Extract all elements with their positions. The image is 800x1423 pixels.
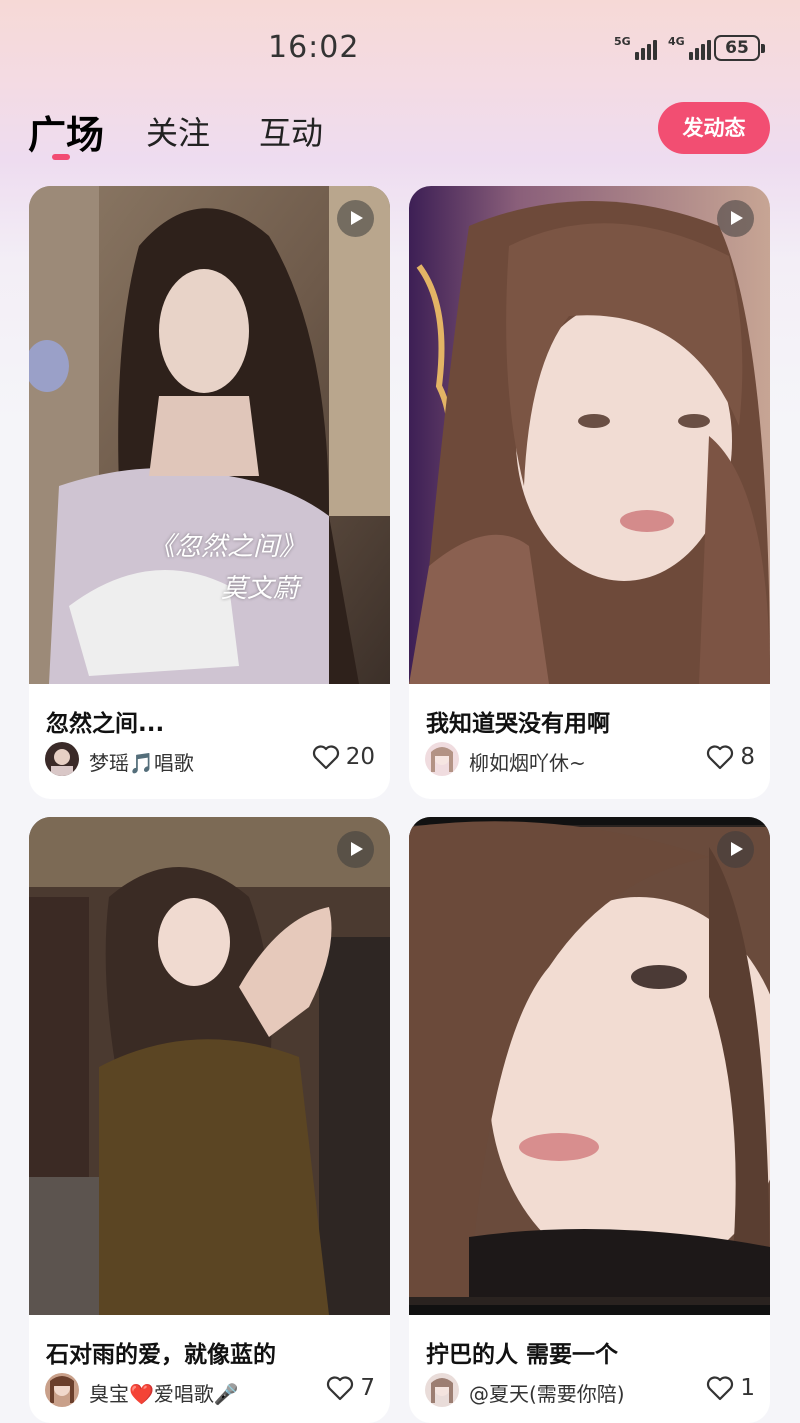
heart-icon xyxy=(312,745,339,770)
video-play-icon xyxy=(717,831,754,868)
signal-5g-icon: 5G xyxy=(614,36,657,60)
post-meta: 梦瑶🎵唱歌 20 xyxy=(45,742,375,778)
post-update-button[interactable]: 发动态 xyxy=(658,102,770,154)
like-button[interactable]: 8 xyxy=(706,744,755,770)
post-meta: 臭宝❤️爱唱歌🎤 7 xyxy=(45,1373,375,1409)
post-title: 我知道哭没有用啊 xyxy=(426,711,610,737)
post-card[interactable]: 石对雨的爱，就像蓝的 臭宝❤️爱唱歌🎤 7 xyxy=(29,817,390,1423)
post-card[interactable]: 拧巴的人 需要一个 @夏天(需要你陪) 1 xyxy=(409,817,770,1423)
like-count: 1 xyxy=(740,1375,755,1401)
tab-active-indicator xyxy=(52,154,70,160)
avatar[interactable] xyxy=(425,1373,459,1407)
post-author[interactable]: 臭宝❤️爱唱歌🎤 xyxy=(89,1378,239,1407)
post-meta: @夏天(需要你陪) 1 xyxy=(425,1373,755,1409)
like-button[interactable]: 20 xyxy=(312,744,375,770)
post-card[interactable]: 《忽然之间》 莫文蔚 忽然之间... 梦瑶🎵唱歌 20 xyxy=(29,186,390,799)
tab-square[interactable]: 广场 xyxy=(28,104,104,159)
avatar[interactable] xyxy=(45,742,79,776)
post-thumbnail[interactable] xyxy=(29,817,390,1315)
post-thumbnail[interactable] xyxy=(409,817,770,1315)
avatar[interactable] xyxy=(425,742,459,776)
post-title: 拧巴的人 需要一个 xyxy=(426,1342,619,1368)
like-count: 20 xyxy=(345,744,375,770)
status-time: 16:02 xyxy=(268,30,360,65)
heart-icon xyxy=(707,1376,734,1401)
post-thumbnail[interactable]: 《忽然之间》 莫文蔚 xyxy=(29,186,390,684)
tab-following[interactable]: 关注 xyxy=(146,108,210,154)
post-card[interactable]: 我知道哭没有用啊 柳如烟吖休~ 8 xyxy=(409,186,770,799)
video-play-icon xyxy=(337,200,374,237)
like-button[interactable]: 1 xyxy=(706,1375,755,1401)
heart-icon xyxy=(327,1376,354,1401)
post-author[interactable]: 柳如烟吖休~ xyxy=(469,747,586,776)
post-thumbnail[interactable] xyxy=(409,186,770,684)
lyric-overlay-artist: 莫文蔚 xyxy=(221,574,300,604)
status-bar: 16:02 5G 4G 65 xyxy=(0,0,800,100)
video-play-icon xyxy=(337,831,374,868)
like-count: 7 xyxy=(360,1375,375,1401)
post-meta: 柳如烟吖休~ 8 xyxy=(425,742,755,778)
video-play-icon xyxy=(717,200,754,237)
signal-4g-icon: 4G xyxy=(668,36,711,60)
avatar[interactable] xyxy=(45,1373,79,1407)
post-author[interactable]: @夏天(需要你陪) xyxy=(469,1378,625,1407)
post-title: 石对雨的爱，就像蓝的 xyxy=(46,1342,276,1368)
like-count: 8 xyxy=(740,744,755,770)
like-button[interactable]: 7 xyxy=(326,1375,375,1401)
heart-icon xyxy=(707,745,734,770)
post-author[interactable]: 梦瑶🎵唱歌 xyxy=(89,747,194,776)
lyric-overlay-title: 《忽然之间》 xyxy=(149,532,306,562)
tab-interaction[interactable]: 互动 xyxy=(259,108,323,154)
battery-icon: 65 xyxy=(714,35,765,61)
post-title: 忽然之间... xyxy=(46,711,165,737)
